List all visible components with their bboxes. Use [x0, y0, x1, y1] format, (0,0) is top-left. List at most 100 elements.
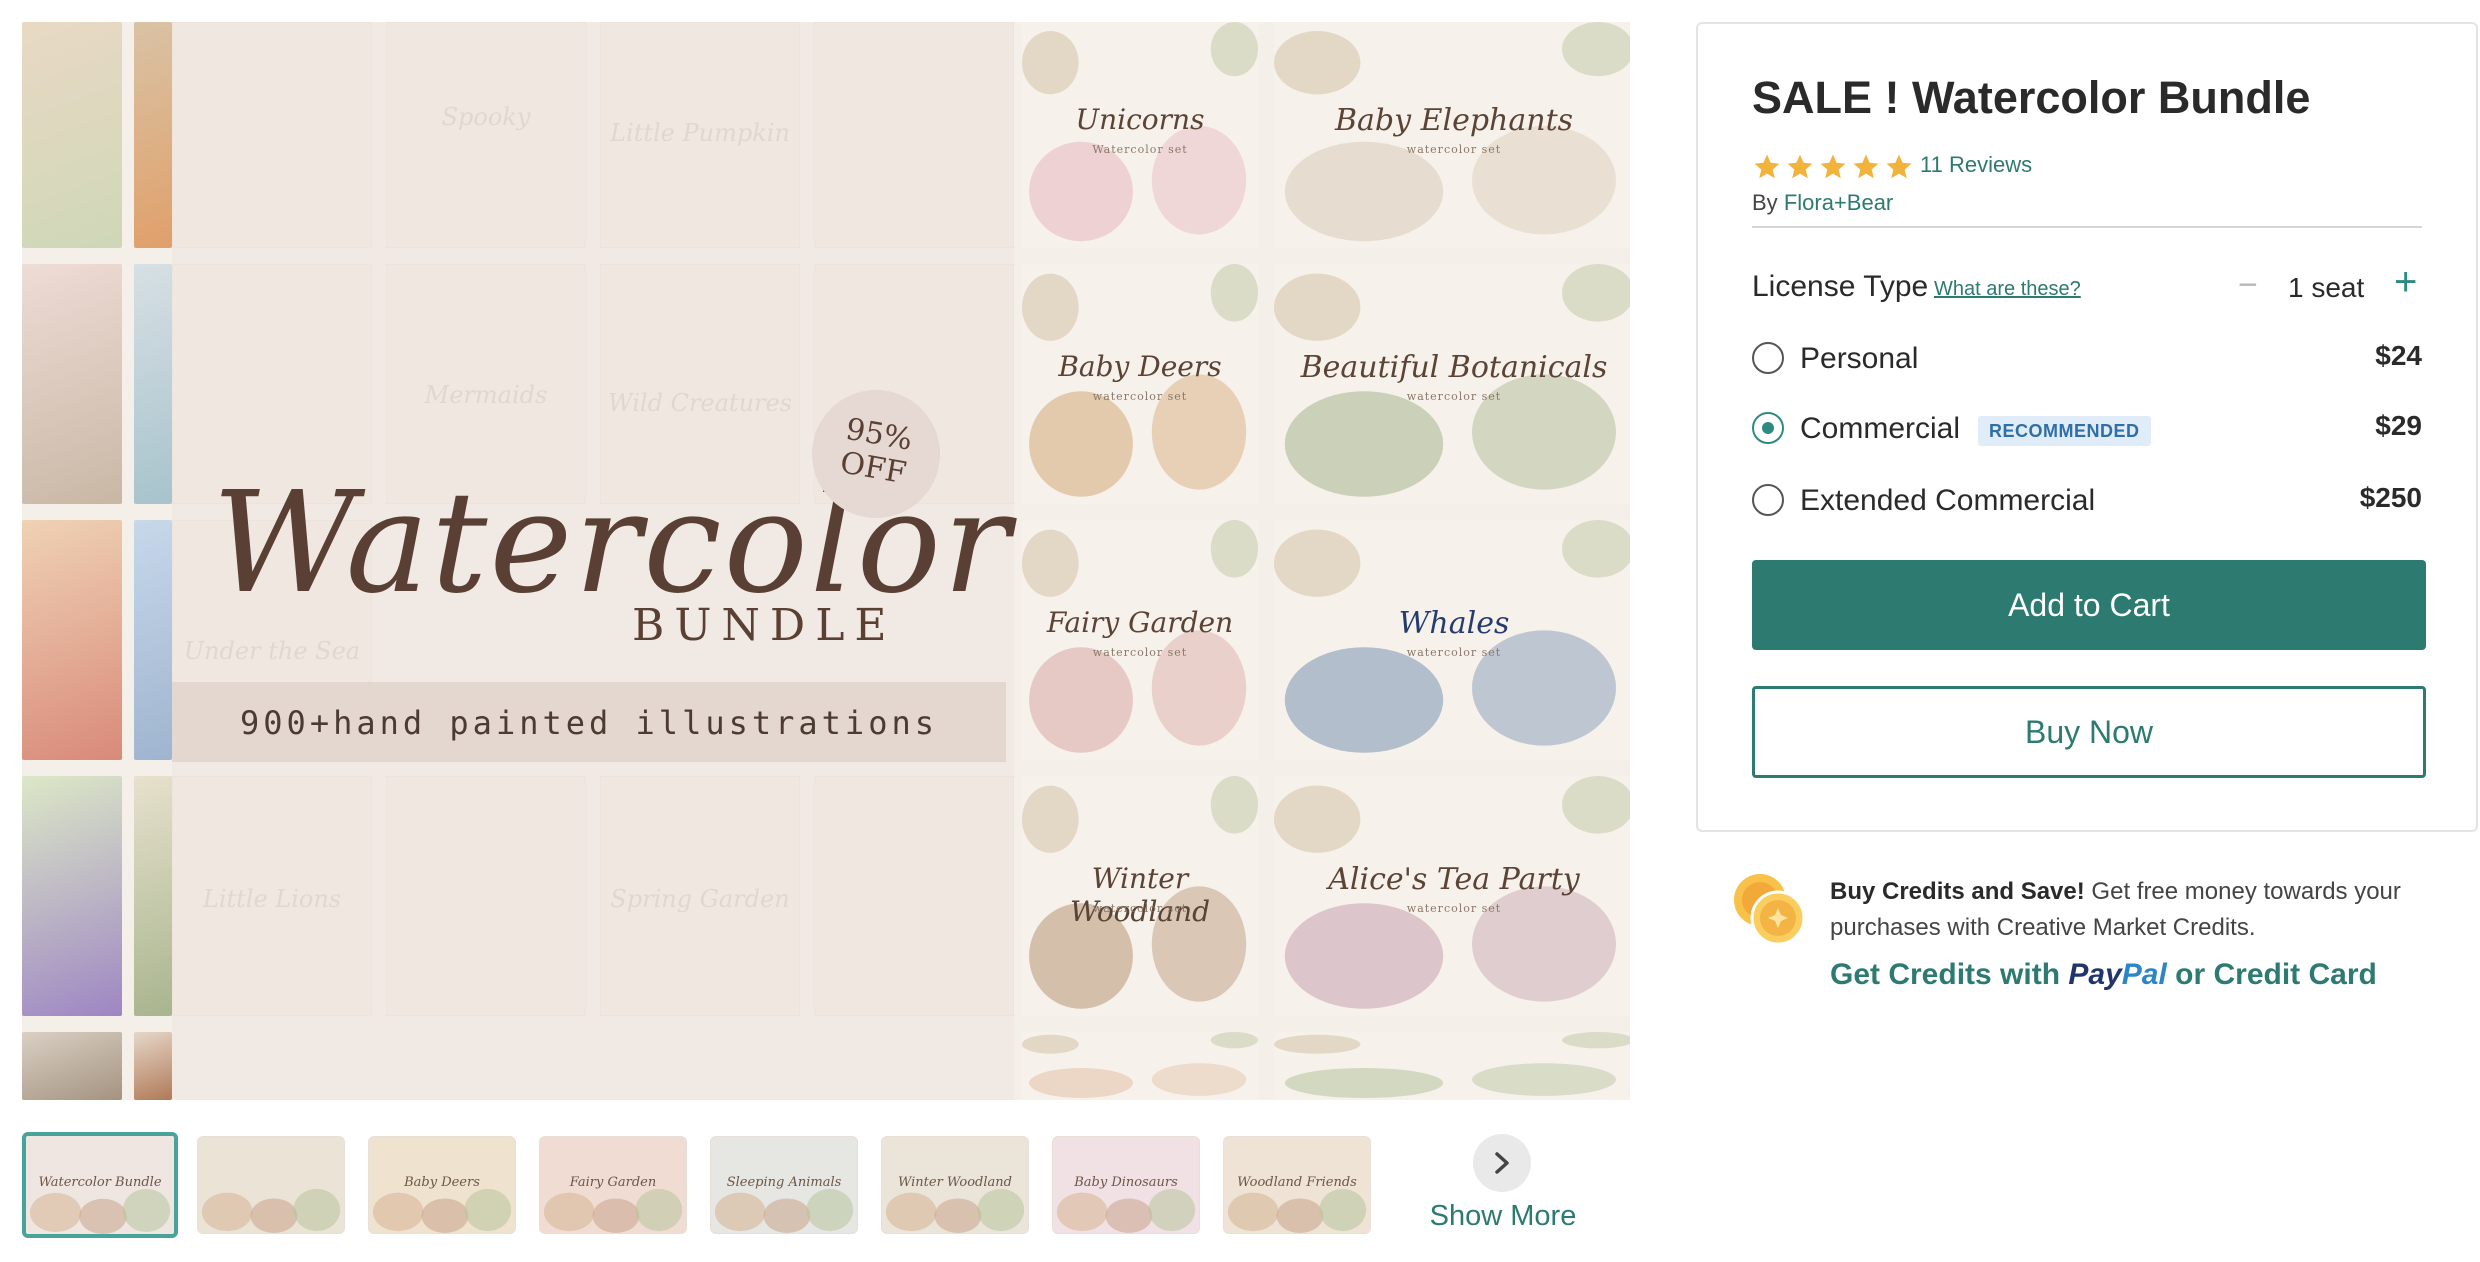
preview-tile: Whales watercolor set	[1274, 520, 1630, 760]
preview-tile	[134, 776, 172, 1016]
preview-tile	[1274, 1032, 1630, 1100]
preview-tile	[22, 1032, 122, 1100]
chevron-right-icon	[1495, 1152, 1509, 1174]
preview-tile: Winter Woodland watercolor set	[1022, 776, 1258, 1016]
preview-tile-subtitle: watercolor set	[1406, 902, 1502, 916]
license-radio[interactable]	[1752, 484, 1784, 516]
preview-tile-subtitle: watercolor set	[1092, 902, 1188, 916]
preview-tile-title: Winter Woodland	[1069, 862, 1211, 929]
preview-tile: Unicorns Watercolor set	[1022, 22, 1258, 248]
thumbnail-label: Woodland Friends	[1237, 1175, 1357, 1191]
license-option-price: $250	[2359, 482, 2422, 513]
preview-tile	[22, 264, 122, 504]
add-to-cart-button[interactable]: Add to Cart	[1752, 560, 2426, 650]
paypal-logo: PayPal	[2068, 958, 2167, 991]
license-option-label: Personal	[1800, 342, 1919, 375]
star-icon	[1787, 154, 1813, 179]
star-icon	[1754, 154, 1780, 179]
thumbnail-label: Baby Dinosaurs	[1074, 1175, 1178, 1191]
license-option-personal[interactable]: Personal $24	[1752, 336, 2422, 380]
preview-tile-title: Baby Elephants	[1334, 103, 1574, 139]
preview-tile	[134, 1032, 172, 1100]
preview-tile	[134, 520, 172, 760]
show-more-link[interactable]: Show More	[1428, 1200, 1578, 1233]
license-radio[interactable]	[1752, 412, 1784, 444]
license-option-label: Commercial	[1800, 412, 1961, 445]
preview-tile-subtitle: Watercolor set	[1092, 143, 1188, 157]
star-icon	[1820, 154, 1846, 179]
license-option-commercial[interactable]: Commercial RECOMMENDED $29	[1752, 406, 2422, 450]
thumbnail[interactable]: Baby Deers	[368, 1136, 516, 1234]
reviews-link[interactable]: 11 Reviews	[1920, 152, 2032, 178]
ghost-label: Spooky	[441, 103, 531, 131]
discount-text: 95% OFF	[837, 411, 915, 492]
preview-tile-title: Beautiful Botanicals	[1300, 350, 1608, 386]
purchase-panel: SALE ! Watercolor Bundle 11 Reviews By F…	[1696, 22, 2478, 832]
preview-tile-subtitle: watercolor set	[1092, 390, 1188, 404]
thumbnail[interactable]: Baby Dinosaurs	[1052, 1136, 1200, 1234]
hero-band: 900+hand painted illustrations	[172, 682, 1006, 762]
license-type-label: License Type	[1752, 270, 1929, 303]
seat-increment-button[interactable]: +	[2394, 262, 2417, 302]
preview-tile	[22, 776, 122, 1016]
thumbnail-label: Sleeping Animals	[726, 1175, 842, 1191]
author-line: By Flora+Bear	[1752, 190, 1893, 216]
star-icon	[1853, 154, 1879, 179]
thumbnail-label: Baby Deers	[404, 1175, 480, 1191]
preview-tile-subtitle: watercolor set	[1092, 646, 1188, 660]
preview-tile-subtitle: watercolor set	[1406, 143, 1502, 157]
preview-tile-title: Baby Deers	[1058, 350, 1222, 384]
ghost-label: Mermaids	[424, 381, 548, 409]
thumbnail[interactable]: Fairy Garden	[539, 1136, 687, 1234]
thumbnail[interactable]	[197, 1136, 345, 1234]
hero-band-text: 900+hand painted illustrations	[240, 704, 938, 742]
hero-bundle-title: BUNDLE	[632, 600, 897, 651]
ghost-label: Under the Sea	[183, 637, 361, 665]
seat-count: 1 seat	[2288, 272, 2365, 303]
discount-badge: 95% OFF	[812, 390, 940, 518]
thumbnail[interactable]: Sleeping Animals	[710, 1136, 858, 1234]
license-option-label: Extended Commercial	[1800, 484, 2096, 517]
preview-tile: Baby Deers watercolor set	[1022, 264, 1258, 504]
preview-tile-subtitle: watercolor set	[1406, 390, 1502, 404]
thumbnail-label: Fairy Garden	[569, 1175, 657, 1191]
preview-tile: Fairy Garden watercolor set	[1022, 520, 1258, 760]
thumbnail[interactable]: Winter Woodland	[881, 1136, 1029, 1234]
license-option-price: $24	[2375, 340, 2422, 371]
credits-headline: Buy Credits and Save!	[1830, 878, 2085, 905]
preview-tile: Baby Elephants watercolor set	[1274, 22, 1630, 248]
thumbnail-label: Watercolor Bundle	[38, 1175, 162, 1191]
thumbnail[interactable]: Woodland Friends	[1223, 1136, 1371, 1234]
star-icon	[1886, 154, 1912, 179]
ghost-label: Little Lions	[202, 885, 342, 913]
divider	[1752, 226, 2422, 228]
preview-tile	[1022, 1032, 1258, 1100]
license-option-extended-commercial[interactable]: Extended Commercial $250	[1752, 478, 2422, 522]
credits-link-suffix: or Credit Card	[2175, 958, 2377, 991]
license-option-price: $29	[2375, 410, 2422, 441]
credits-promo: Buy Credits and Save! Get free money tow…	[1830, 874, 2470, 946]
ghost-label: Little Pumpkin	[610, 119, 790, 147]
thumbnails-next-button[interactable]	[1473, 1134, 1531, 1192]
buy-now-button[interactable]: Buy Now	[1752, 686, 2426, 778]
product-preview[interactable]: Spooky Little Pumpkin Mermaids Wild Crea…	[22, 22, 1630, 1100]
preview-tile	[134, 22, 172, 248]
preview-tile-title: Fairy Garden	[1046, 606, 1234, 640]
preview-tile	[22, 520, 122, 760]
seat-decrement-button[interactable]: −	[2238, 268, 2258, 302]
preview-tile-subtitle: watercolor set	[1406, 646, 1502, 660]
thumbnail-label: Winter Woodland	[898, 1175, 1012, 1191]
ghost-label: Wild Creatures	[607, 389, 793, 417]
author-prefix: By	[1752, 190, 1778, 215]
preview-tile	[134, 264, 172, 504]
preview-tile	[22, 22, 122, 248]
ghost-label: Spring Garden	[610, 885, 790, 913]
license-help-link[interactable]: What are these?	[1934, 278, 2081, 301]
product-title: SALE ! Watercolor Bundle	[1752, 72, 2311, 123]
license-radio[interactable]	[1752, 342, 1784, 374]
get-credits-link[interactable]: Get Credits with PayPal or Credit Card	[1830, 958, 2377, 992]
preview-tile-title: Unicorns	[1075, 103, 1205, 137]
thumbnail[interactable]: Watercolor Bundle	[22, 1132, 178, 1238]
preview-tile-title: Alice's Tea Party	[1328, 862, 1580, 898]
author-link[interactable]: Flora+Bear	[1784, 190, 1893, 215]
